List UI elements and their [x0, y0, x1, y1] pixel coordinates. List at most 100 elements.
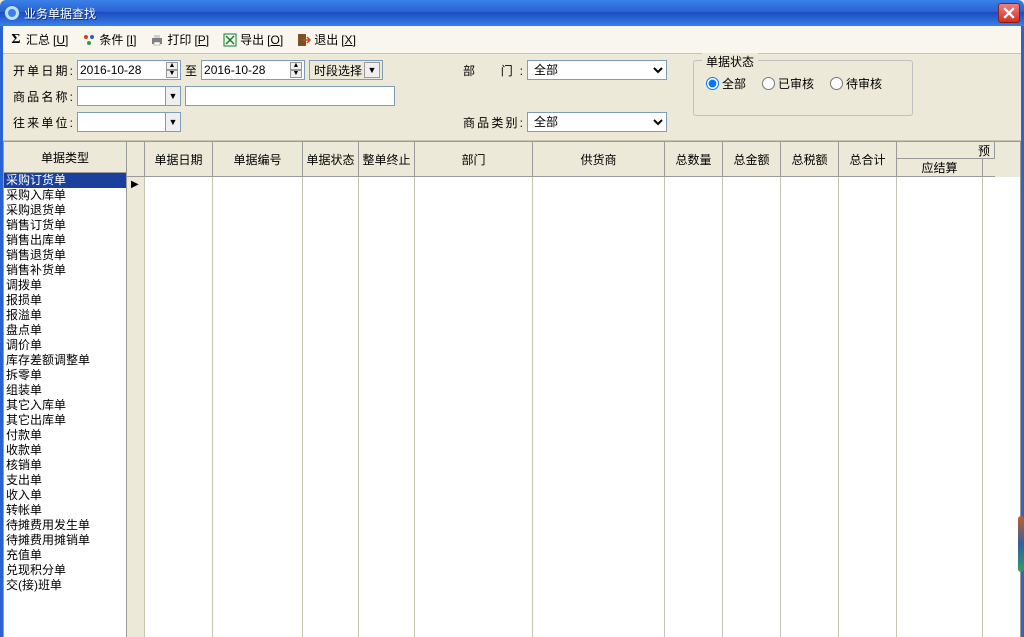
titlebar: 业务单据查找 — [0, 0, 1024, 26]
type-item[interactable]: 兑现积分单 — [4, 563, 126, 578]
type-item[interactable]: 核销单 — [4, 458, 126, 473]
category-select[interactable]: 全部 — [527, 112, 667, 132]
col-qty[interactable]: 总数量 — [665, 142, 723, 177]
status-radio-label: 待审核 — [846, 75, 882, 92]
toolbar-sum-button[interactable]: Σ 汇总[U] — [9, 31, 68, 48]
toolbar-print-button[interactable]: 打印[P] — [150, 31, 209, 48]
type-item[interactable]: 销售订货单 — [4, 218, 126, 233]
status-radio-0[interactable]: 全部 — [706, 75, 746, 92]
close-icon — [1003, 7, 1015, 19]
toolbar-cond-button[interactable]: 条件[I] — [82, 31, 136, 48]
type-item[interactable]: 盘点单 — [4, 323, 126, 338]
type-panel: 单据类型 采购订货单采购入库单采购退货单销售订货单销售出库单销售退货单销售补货单… — [3, 141, 127, 637]
close-button[interactable] — [998, 3, 1020, 23]
type-item[interactable]: 收入单 — [4, 488, 126, 503]
party-label: 往来单位: — [13, 114, 73, 131]
toolbar-exit-label: 退出 — [314, 31, 338, 48]
type-item[interactable]: 其它入库单 — [4, 398, 126, 413]
col-supplier[interactable]: 供货商 — [533, 142, 665, 177]
col-dept[interactable]: 部门 — [415, 142, 533, 177]
status-radio-1[interactable]: 已审核 — [762, 75, 814, 92]
product-name-input[interactable] — [77, 86, 165, 106]
col-group[interactable]: 预 — [897, 142, 995, 159]
col-tax[interactable]: 总税额 — [781, 142, 839, 177]
col-amount[interactable]: 总金额 — [723, 142, 781, 177]
chevron-down-icon: ▼ — [364, 62, 380, 78]
type-item[interactable]: 调价单 — [4, 338, 126, 353]
status-radio-input[interactable] — [762, 77, 775, 90]
col-sub2[interactable] — [983, 159, 995, 177]
product-name-label: 商品名称: — [13, 88, 73, 105]
toolbar-exit-button[interactable]: 退出[X] — [297, 31, 356, 48]
col-sub1[interactable]: 应结算 — [897, 159, 983, 177]
grid-body[interactable]: ▶ — [127, 177, 1020, 637]
type-item[interactable]: 转帐单 — [4, 503, 126, 518]
status-legend: 单据状态 — [702, 53, 758, 70]
type-item[interactable]: 付款单 — [4, 428, 126, 443]
grid-header: 单据日期 单据编号 单据状态 整单终止 部门 供货商 总数量 总金额 总税额 总… — [127, 142, 1020, 177]
type-item[interactable]: 拆零单 — [4, 368, 126, 383]
party-dropdown[interactable]: ▼ — [165, 112, 181, 132]
type-item[interactable]: 其它出库单 — [4, 413, 126, 428]
type-item[interactable]: 交(接)班单 — [4, 578, 126, 593]
period-select-button[interactable]: 时段选择 ▼ — [309, 60, 383, 80]
filter-area: 开单日期: 2016-10-28 ▲▼ 至 2016-10-28 ▲▼ 时段选择… — [3, 54, 1021, 141]
type-item[interactable]: 报溢单 — [4, 308, 126, 323]
app-icon — [4, 5, 20, 21]
spin-up-icon[interactable]: ▲ — [166, 62, 178, 70]
type-list[interactable]: 采购订货单采购入库单采购退货单销售订货单销售出库单销售退货单销售补货单调拨单报损… — [3, 173, 126, 637]
status-radio-label: 已审核 — [778, 75, 814, 92]
dept-label: 部 门: — [463, 62, 523, 79]
printer-icon — [150, 33, 164, 47]
col-date[interactable]: 单据日期 — [145, 142, 213, 177]
type-item[interactable]: 待摊费用发生单 — [4, 518, 126, 533]
spin-down-icon[interactable]: ▼ — [290, 70, 302, 78]
toolbar-cond-label: 条件 — [99, 31, 123, 48]
type-panel-header: 单据类型 — [3, 141, 126, 173]
status-radio-label: 全部 — [722, 75, 746, 92]
spin-up-icon[interactable]: ▲ — [290, 62, 302, 70]
dept-select[interactable]: 全部 — [527, 60, 667, 80]
spin-down-icon[interactable]: ▼ — [166, 70, 178, 78]
toolbar: Σ 汇总[U] 条件[I] 打印[P] 导出[O] 退出[X] — [3, 26, 1021, 54]
date-to-input[interactable]: 2016-10-28 ▲▼ — [201, 60, 305, 80]
status-groupbox: 单据状态 全部已审核待审核 — [693, 60, 913, 116]
type-item[interactable]: 充值单 — [4, 548, 126, 563]
type-item[interactable]: 销售出库单 — [4, 233, 126, 248]
product-name-extra-input[interactable] — [185, 86, 395, 106]
type-item[interactable]: 库存差额调整单 — [4, 353, 126, 368]
sigma-icon: Σ — [9, 33, 23, 47]
product-name-dropdown[interactable]: ▼ — [165, 86, 181, 106]
grid-panel: 单据日期 单据编号 单据状态 整单终止 部门 供货商 总数量 总金额 总税额 总… — [127, 141, 1021, 637]
window-title: 业务单据查找 — [24, 5, 96, 22]
toolbar-sum-label: 汇总 — [26, 31, 50, 48]
type-item[interactable]: 收款单 — [4, 443, 126, 458]
toolbar-export-button[interactable]: 导出[O] — [223, 31, 283, 48]
col-no[interactable]: 单据编号 — [213, 142, 303, 177]
grid-row-header: ▶ — [127, 177, 145, 637]
type-item[interactable]: 销售补货单 — [4, 263, 126, 278]
type-item[interactable]: 采购退货单 — [4, 203, 126, 218]
party-input[interactable] — [77, 112, 165, 132]
type-item[interactable]: 待摊费用摊销单 — [4, 533, 126, 548]
toolbar-export-label: 导出 — [240, 31, 264, 48]
status-radio-2[interactable]: 待审核 — [830, 75, 882, 92]
type-item[interactable]: 报损单 — [4, 293, 126, 308]
col-status[interactable]: 单据状态 — [303, 142, 359, 177]
category-label: 商品类别: — [463, 114, 523, 131]
col-total[interactable]: 总合计 — [839, 142, 897, 177]
current-row-marker-icon: ▶ — [131, 179, 139, 190]
status-radio-input[interactable] — [830, 77, 843, 90]
col-end[interactable]: 整单终止 — [359, 142, 415, 177]
date-from-input[interactable]: 2016-10-28 ▲▼ — [77, 60, 181, 80]
type-item[interactable]: 组装单 — [4, 383, 126, 398]
type-item[interactable]: 采购入库单 — [4, 188, 126, 203]
type-item[interactable]: 采购订货单 — [4, 173, 126, 188]
condition-icon — [82, 33, 96, 47]
date-from-label: 开单日期: — [13, 62, 73, 79]
status-radio-input[interactable] — [706, 77, 719, 90]
type-item[interactable]: 销售退货单 — [4, 248, 126, 263]
type-item[interactable]: 调拨单 — [4, 278, 126, 293]
exit-icon — [297, 33, 311, 47]
type-item[interactable]: 支出单 — [4, 473, 126, 488]
